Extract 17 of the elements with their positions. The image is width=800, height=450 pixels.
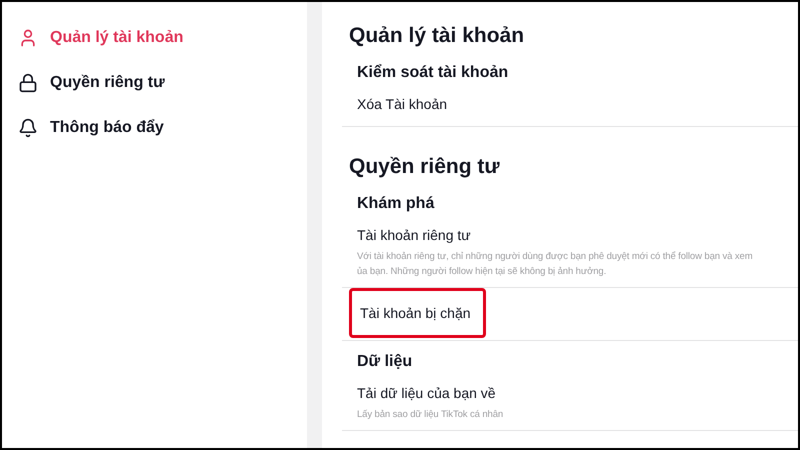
- sidebar-item[interactable]: Thông báo đẩy: [18, 114, 307, 142]
- sidebar-item[interactable]: Quyền riêng tư: [18, 69, 307, 97]
- padlock-icon: [18, 73, 38, 93]
- settings-item[interactable]: Xóa Tài khoản: [349, 90, 456, 118]
- group-title: Kiểm soát tài khoản: [356, 63, 510, 83]
- sidebar-item[interactable]: Quản lý tài khoản: [18, 24, 307, 52]
- settings-item[interactable]: Tài khoản bị chặn: [349, 288, 486, 338]
- item-description: Với tài khoản riêng tư, chỉ những người dùng được bạn phê duyệt mới có thể follow bạn và xem: [356, 250, 754, 264]
- settings-item[interactable]: Tải dữ liệu của bạn về: [349, 379, 504, 407]
- bell-icon: [18, 118, 38, 138]
- section-title: Quyền riêng tư: [348, 154, 501, 180]
- group-title: Dữ liệu: [356, 352, 414, 372]
- section-title: Quản lý tài khoản: [348, 23, 526, 49]
- settings-item[interactable]: Tài khoản riêng tư: [349, 221, 479, 249]
- group-title: Khám phá: [356, 194, 436, 214]
- item-description: Lấy bản sao dữ liệu TikTok cá nhân: [356, 408, 504, 422]
- item-description: ủa bạn. Những người follow hiện tại sẽ không bị ảnh hưởng.: [356, 265, 608, 279]
